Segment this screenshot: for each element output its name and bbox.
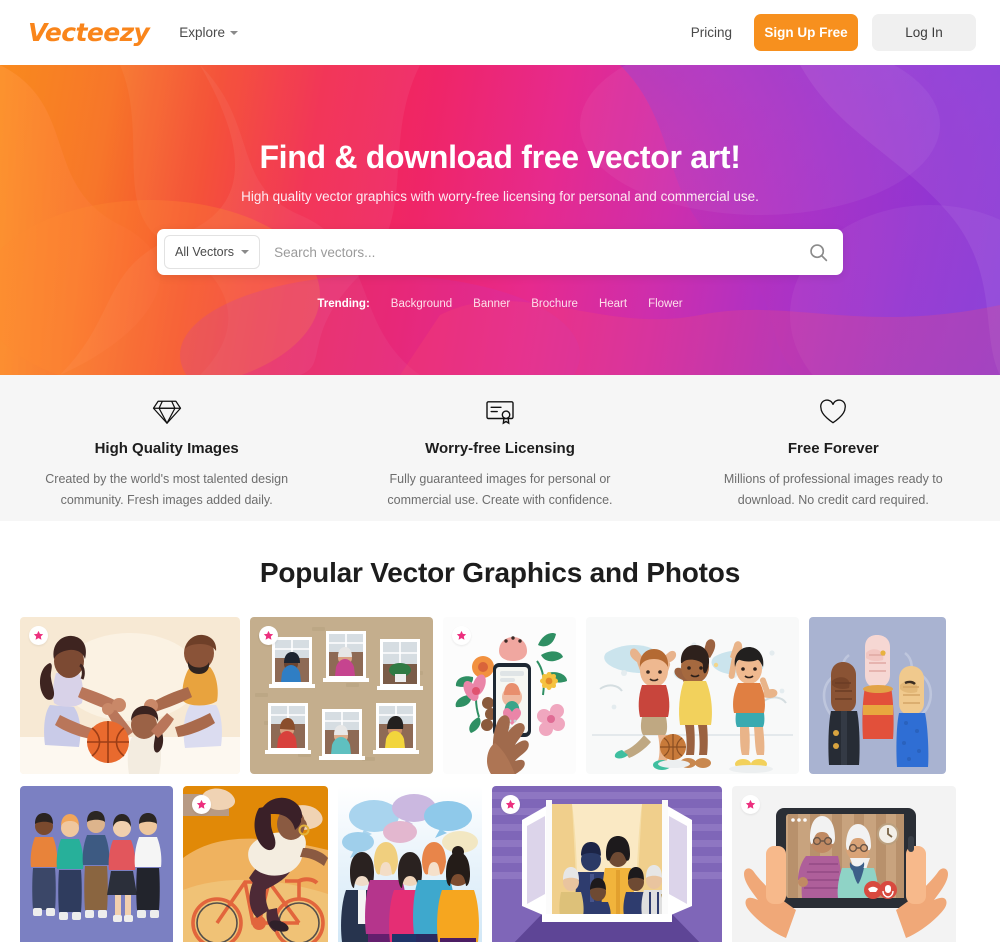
thumbnail-card-three-raised-fists[interactable] bbox=[809, 617, 946, 774]
thumbnail-card-people-in-apartment-windows[interactable] bbox=[250, 617, 433, 774]
illustration bbox=[586, 617, 799, 774]
feature-free-forever: Free Forever Millions of professional im… bbox=[667, 397, 1000, 521]
star-icon bbox=[33, 630, 44, 640]
site-header: Vecteezy Explore Pricing Sign Up Free Lo… bbox=[0, 0, 1000, 65]
chevron-down-icon bbox=[241, 250, 250, 254]
search-submit-button[interactable] bbox=[799, 233, 837, 271]
link-pricing[interactable]: Pricing bbox=[683, 25, 740, 40]
thumbnail-card-family-at-open-window[interactable] bbox=[492, 786, 722, 942]
illustration bbox=[20, 786, 173, 942]
header-actions: Pricing Sign Up Free Log In bbox=[683, 14, 976, 51]
hero-banner: Find & download free vector art! High qu… bbox=[0, 65, 1000, 375]
feature-icon-wrap bbox=[26, 397, 307, 427]
star-badge bbox=[501, 795, 520, 814]
vecteezy-logo[interactable]: Vecteezy bbox=[28, 18, 150, 47]
nav-explore[interactable]: Explore bbox=[179, 25, 238, 40]
illustration bbox=[492, 786, 722, 942]
thumbnail-grid-row-1 bbox=[0, 617, 1000, 774]
search-type-selector[interactable]: All Vectors bbox=[164, 235, 261, 269]
feature-high-quality-images: High Quality Images Created by the world… bbox=[0, 397, 333, 521]
hero-title: Find & download free vector art! bbox=[259, 139, 741, 175]
star-badge bbox=[741, 795, 760, 814]
thumbnail-card-children-celebrating-with-basketball[interactable] bbox=[586, 617, 799, 774]
search-input[interactable] bbox=[274, 244, 799, 260]
star-badge bbox=[192, 795, 211, 814]
trending-link-heart[interactable]: Heart bbox=[599, 298, 627, 310]
star-badge bbox=[259, 626, 278, 645]
nav-explore-label: Explore bbox=[179, 25, 225, 40]
feature-description: Created by the world's most talented des… bbox=[45, 472, 289, 507]
feature-description: Fully guaranteed images for personal or … bbox=[387, 472, 613, 507]
illustration bbox=[732, 786, 956, 942]
diamond-icon bbox=[152, 400, 181, 424]
certificate-icon bbox=[486, 401, 514, 425]
log-in-button[interactable]: Log In bbox=[872, 14, 976, 51]
popular-section: Popular Vector Graphics and Photos bbox=[0, 521, 1000, 942]
search-type-label: All Vectors bbox=[175, 245, 235, 259]
star-icon bbox=[505, 799, 516, 809]
thumbnail-card-hand-holding-phone-with-flowers[interactable] bbox=[443, 617, 576, 774]
sign-up-free-button[interactable]: Sign Up Free bbox=[754, 14, 858, 51]
feature-title: Free Forever bbox=[787, 440, 879, 457]
star-icon bbox=[263, 630, 274, 640]
feature-title: Worry-free Licensing bbox=[425, 440, 575, 457]
illustration bbox=[809, 617, 946, 774]
trending-link-banner[interactable]: Banner bbox=[473, 298, 510, 310]
feature-description: Millions of professional images ready to… bbox=[723, 472, 943, 507]
page-title: Popular Vector Graphics and Photos bbox=[259, 557, 741, 588]
trending-link-flower[interactable]: Flower bbox=[648, 298, 683, 310]
trending-label: Trending: bbox=[317, 298, 370, 310]
thumbnail-grid-row-2 bbox=[0, 786, 1000, 942]
search-icon bbox=[809, 243, 827, 261]
chevron-down-icon bbox=[230, 30, 238, 35]
thumbnail-card-woman-riding-bicycle-at-sunset[interactable] bbox=[183, 786, 328, 942]
illustration bbox=[20, 617, 240, 774]
star-icon bbox=[196, 799, 207, 809]
star-icon bbox=[745, 799, 756, 809]
star-badge bbox=[452, 626, 471, 645]
hero-content: Find & download free vector art! High qu… bbox=[0, 65, 1000, 310]
trending-links: Trending: Background Banner Brochure Hea… bbox=[0, 298, 1000, 310]
thumbnail-card-family-playing-basketball[interactable] bbox=[20, 617, 240, 774]
search-bar: All Vectors bbox=[157, 229, 843, 275]
heart-icon bbox=[820, 399, 847, 424]
thumbnail-card-group-of-five-diverse-people[interactable] bbox=[20, 786, 173, 942]
trending-link-background[interactable]: Background bbox=[391, 298, 452, 310]
feature-worry-free-licensing: Worry-free Licensing Fully guaranteed im… bbox=[333, 397, 666, 521]
illustration bbox=[338, 786, 482, 942]
feature-icon-wrap bbox=[693, 397, 974, 427]
star-icon bbox=[456, 630, 467, 640]
thumbnail-card-video-call-with-grandparents[interactable] bbox=[732, 786, 956, 942]
thumbnail-card-women-with-speech-bubbles[interactable] bbox=[338, 786, 482, 942]
star-badge bbox=[29, 626, 48, 645]
trending-link-brochure[interactable]: Brochure bbox=[531, 298, 578, 310]
features-section: High Quality Images Created by the world… bbox=[0, 375, 1000, 521]
feature-icon-wrap bbox=[359, 397, 640, 427]
illustration bbox=[250, 617, 433, 774]
feature-title: High Quality Images bbox=[94, 440, 239, 457]
hero-subtitle: High quality vector graphics with worry-… bbox=[241, 189, 759, 204]
